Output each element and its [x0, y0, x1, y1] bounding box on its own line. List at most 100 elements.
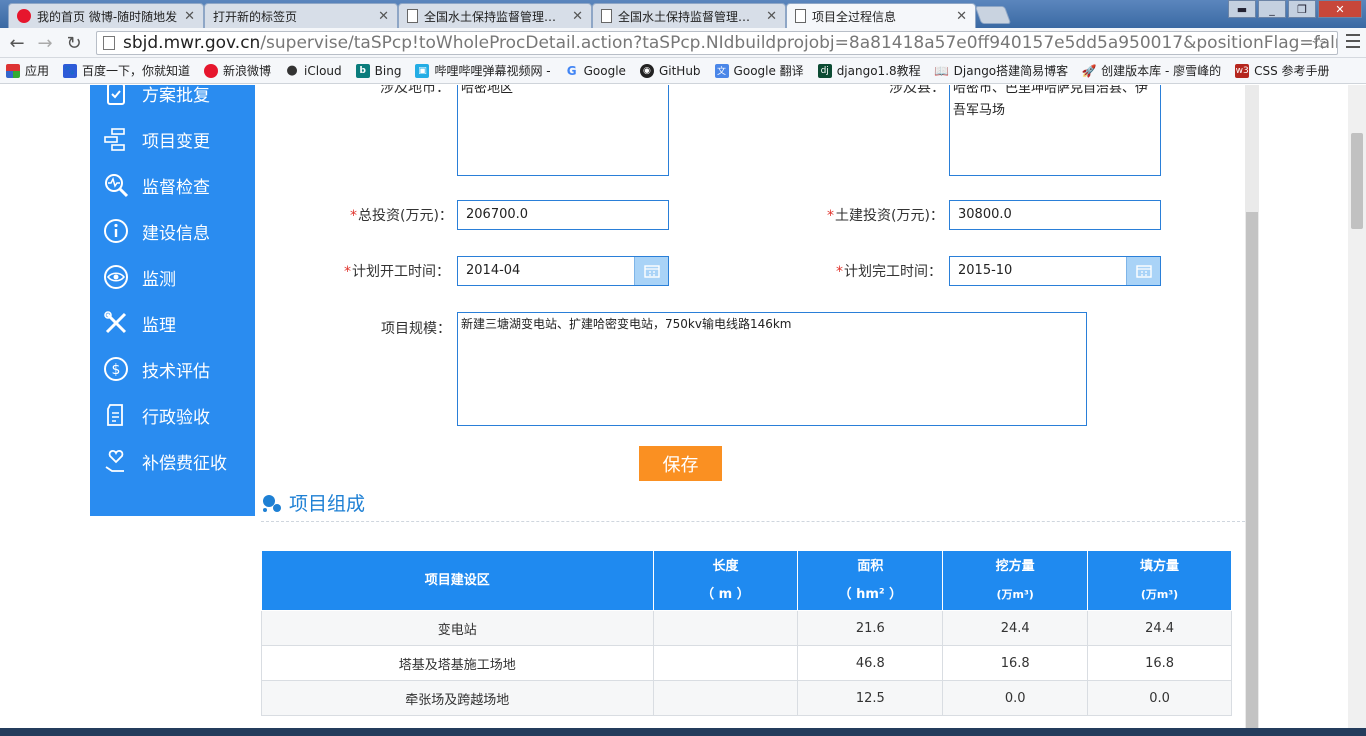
bookmark-google[interactable]: G Google — [565, 64, 626, 78]
civil-invest-input[interactable]: 30800.0 — [949, 200, 1161, 230]
sidebar-item-construction-info[interactable]: 建设信息 — [90, 211, 255, 251]
cell-excavation: 0.0 — [942, 680, 1089, 716]
sidebar-item-label: 项目变更 — [142, 131, 210, 152]
bilibili-icon: ▣ — [415, 63, 430, 78]
bookmark-translate[interactable]: 文 Google 翻译 — [714, 62, 804, 79]
plan-start-value: 2014-04 — [466, 263, 521, 278]
scale-textarea[interactable]: 新建三塘湖变电站、扩建哈密变电站，750kv输电线路146km — [457, 312, 1087, 426]
close-icon[interactable]: ✕ — [956, 9, 967, 24]
bookmark-label: 新浪微博 — [223, 64, 272, 78]
bookmark-baidu[interactable]: 🐾 百度一下，你就知道 — [63, 62, 190, 79]
sidebar: 方案批复 项目变更 监督检查 建设信息 监测 监理 $ 技术评估 行政验收 补偿… — [90, 85, 255, 516]
table-row: 塔基及塔基施工场地 46.8 16.8 16.8 — [261, 645, 1232, 681]
book-icon: 📖 — [934, 63, 950, 78]
bookmark-icloud[interactable]: ● iCloud — [285, 63, 341, 78]
sidebar-item-plan-approval[interactable]: 方案批复 — [90, 85, 255, 113]
tab-title: 全国水土保持监督管理系统 — [618, 9, 761, 24]
page-icon — [601, 9, 612, 23]
section-title-text: 项目组成 — [289, 493, 366, 515]
divider — [261, 521, 1245, 522]
menu-icon[interactable] — [1346, 34, 1360, 50]
w3school-icon: w3 — [1235, 63, 1250, 78]
svg-text:$: $ — [112, 362, 121, 378]
sidebar-item-label: 监督检查 — [142, 177, 210, 198]
bookmark-label: 创建版本库 - 廖雪峰的 — [1101, 64, 1222, 78]
os-taskbar — [0, 728, 1366, 736]
close-icon[interactable]: ✕ — [184, 9, 195, 24]
sidebar-item-compensation-fee[interactable]: 补偿费征收 — [90, 441, 255, 481]
cell-area: 46.8 — [797, 645, 944, 681]
calendar-icon[interactable] — [1126, 257, 1160, 285]
cell-excavation: 16.8 — [942, 645, 1089, 681]
maximize-button[interactable]: ❐ — [1288, 0, 1316, 18]
required-mark: * — [827, 208, 834, 224]
sidebar-item-label: 行政验收 — [142, 407, 210, 428]
plan-end-label: *计划完工时间： — [836, 264, 942, 280]
bookmark-liaoxuefeng[interactable]: 🚀 创建版本库 - 廖雪峰的 — [1082, 62, 1221, 79]
back-icon[interactable]: ← — [6, 32, 28, 54]
forward-icon[interactable]: → — [34, 32, 56, 54]
sidebar-item-supervision-check[interactable]: 监督检查 — [90, 165, 255, 205]
sidebar-item-tech-eval[interactable]: $ 技术评估 — [90, 349, 255, 389]
plan-start-label: *计划开工时间： — [344, 264, 450, 280]
window-close-button[interactable]: ✕ — [1318, 0, 1362, 18]
sidebar-item-label: 技术评估 — [142, 361, 210, 382]
eye-icon — [104, 265, 128, 289]
new-tab-button[interactable] — [974, 6, 1012, 24]
page-scrollbar-thumb[interactable] — [1351, 133, 1363, 229]
bookmark-apps[interactable]: 应用 — [6, 62, 49, 79]
close-icon[interactable]: ✕ — [766, 9, 777, 24]
bookmark-weibo[interactable]: 新浪微博 — [204, 62, 271, 79]
user-icon[interactable]: ▬ — [1228, 0, 1256, 18]
sidebar-item-supervisor[interactable]: 监理 — [90, 303, 255, 343]
weibo-icon — [17, 9, 31, 23]
sidebar-item-project-change[interactable]: 项目变更 — [90, 119, 255, 159]
county-field[interactable]: 哈密市、巴里坤哈萨克自治县、伊吾军马场 — [949, 85, 1161, 176]
plan-end-value: 2015-10 — [958, 263, 1013, 278]
page-scrollbar[interactable] — [1348, 85, 1366, 736]
bookmark-star-icon[interactable]: ☆ — [1311, 33, 1327, 54]
bookmark-django-blog[interactable]: 📖 Django搭建简易博客 — [934, 62, 1068, 79]
plan-end-input[interactable]: 2015-10 — [949, 256, 1161, 286]
bookmark-github[interactable]: ◉ GitHub — [639, 63, 701, 78]
inner-scrollbar[interactable] — [1245, 85, 1259, 736]
sidebar-item-label: 监测 — [142, 269, 176, 290]
total-invest-input[interactable]: 206700.0 — [457, 200, 669, 230]
calendar-icon[interactable] — [634, 257, 668, 285]
url-host: sbjd.mwr.gov.cn — [123, 33, 261, 53]
cell-fill: 24.4 — [1087, 610, 1232, 646]
tab-newtab[interactable]: 打开新的标签页 ✕ — [204, 3, 398, 28]
close-icon[interactable]: ✕ — [378, 9, 389, 24]
sidebar-item-admin-acceptance[interactable]: 行政验收 — [90, 395, 255, 435]
cell-length — [652, 645, 799, 681]
url-input[interactable]: sbjd.mwr.gov.cn /supervise/taSPcp!toWhol… — [96, 31, 1338, 55]
bookmark-label: Google 翻译 — [733, 64, 804, 78]
sidebar-item-label: 补偿费征收 — [142, 453, 227, 474]
minimize-button[interactable]: _ — [1258, 0, 1286, 18]
bookmark-css[interactable]: w3 CSS 参考手册 — [1235, 62, 1330, 79]
tab-project-detail[interactable]: 项目全过程信息 ✕ — [786, 3, 976, 28]
bookmark-label: Bing — [374, 63, 402, 78]
cell-fill: 16.8 — [1087, 645, 1232, 681]
tab-supervise-1[interactable]: 全国水土保持监督管理系统 ✕ — [398, 3, 592, 28]
county-label: 涉及县： — [889, 85, 945, 96]
inner-scrollbar-thumb[interactable] — [1246, 212, 1258, 736]
table-header-row: 项目建设区 长度（ m ） 面积（ hm² ） 挖方量 (万m³) 填方量 (万m³… — [261, 550, 1232, 611]
section-title-composition: 项目组成 — [261, 489, 365, 516]
region-label: 涉及地市： — [380, 85, 450, 96]
sidebar-item-label: 建设信息 — [142, 223, 210, 244]
plan-start-input[interactable]: 2014-04 — [457, 256, 669, 286]
bookmark-django[interactable]: dj django1.8教程 — [817, 62, 921, 79]
reload-icon[interactable]: ↻ — [63, 32, 85, 54]
apple-icon: ● — [286, 63, 298, 78]
save-button[interactable]: 保存 — [639, 446, 722, 481]
bookmark-bing[interactable]: b Bing — [355, 63, 402, 78]
magnifier-pulse-icon — [105, 174, 129, 198]
tab-weibo[interactable]: 我的首页 微博-随时随地发 ✕ — [8, 3, 204, 28]
bookmark-bilibili[interactable]: ▣ 哔哩哔哩弹幕视频网 - — [415, 62, 551, 79]
translate-icon: 文 — [714, 63, 729, 78]
tab-supervise-2[interactable]: 全国水土保持监督管理系统 ✕ — [592, 3, 786, 28]
sidebar-item-monitoring[interactable]: 监测 — [90, 257, 255, 297]
region-field[interactable]: 哈密地区 — [457, 85, 669, 176]
close-icon[interactable]: ✕ — [572, 9, 583, 24]
